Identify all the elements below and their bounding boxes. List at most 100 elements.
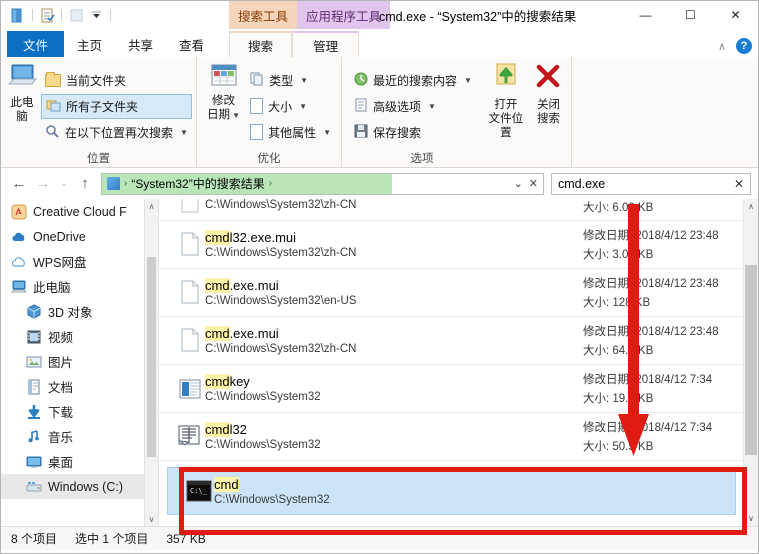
- recent-searches-button[interactable]: 最近的搜索内容 ▼: [350, 68, 476, 93]
- sidebar-item-1[interactable]: OneDrive: [1, 224, 158, 249]
- file-list-scrollbar[interactable]: ∧ ∨: [743, 199, 758, 526]
- collapse-ribbon-icon[interactable]: ∧: [718, 40, 726, 53]
- customize-dropdown-icon[interactable]: [87, 6, 105, 24]
- date-modified-button[interactable]: 修改 日期 ▼: [203, 61, 244, 151]
- other-properties-button[interactable]: 其他属性 ▼: [246, 120, 335, 145]
- tab-view[interactable]: 查看: [166, 31, 217, 57]
- this-pc-button[interactable]: 此电 脑: [7, 61, 38, 151]
- search-input[interactable]: cmd.exe ✕: [551, 172, 751, 195]
- list-scroll-thumb[interactable]: [745, 265, 757, 455]
- type-button[interactable]: 类型 ▼: [246, 68, 335, 93]
- maximize-button[interactable]: ☐: [668, 1, 713, 29]
- sidebar-item-11[interactable]: Windows (C:): [1, 474, 158, 499]
- search-input-value[interactable]: cmd.exe: [558, 177, 605, 191]
- sidebar-item-0[interactable]: Creative Cloud F: [1, 199, 158, 224]
- table-row[interactable]: cmdkey C:\Windows\System32 修改日期: 2018/4/12…: [159, 365, 758, 413]
- close-button[interactable]: ✕: [713, 1, 758, 29]
- new-folder-icon[interactable]: [67, 6, 85, 24]
- close-search-button[interactable]: 关闭 搜索: [532, 61, 565, 151]
- search-match-highlight: cmd: [205, 422, 230, 437]
- ribbon-group-location-label: 位置: [87, 153, 110, 165]
- file-size: 大小: 50.5 KB: [583, 441, 654, 453]
- mui-file-icon: [175, 328, 205, 354]
- this-pc-label-line1: 此电: [10, 97, 34, 109]
- search-again-in-button[interactable]: 在以下位置再次搜索 ▼: [41, 120, 192, 145]
- current-folder-button[interactable]: 当前文件夹: [41, 68, 192, 93]
- chevron-down-icon[interactable]: ▼: [323, 128, 331, 137]
- recent-locations-button[interactable]: ⌄: [56, 173, 72, 195]
- table-row[interactable]: C:\_ cmd C:\Windows\System32: [167, 467, 736, 515]
- ribbon-filler: [572, 57, 758, 167]
- save-search-button[interactable]: 保存搜索: [350, 120, 476, 145]
- clear-search-icon[interactable]: ✕: [734, 177, 744, 191]
- blank-file-icon: [175, 199, 205, 215]
- tab-share[interactable]: 共享: [115, 31, 166, 57]
- sidebar-item-4[interactable]: 3D 对象: [1, 299, 158, 324]
- type-label: 类型: [269, 73, 294, 88]
- ribbon-group-options: 最近的搜索内容 ▼ 高级选项 ▼ 保存搜索 打开 文件位置 关闭 搜索 选项: [342, 57, 572, 168]
- table-row[interactable]: cmd.exe.mui C:\Windows\System32\zh-CN 修改日期…: [159, 317, 758, 365]
- sidebar-item-label: OneDrive: [33, 229, 86, 244]
- date-modified-label-line2: 日期 ▼: [207, 109, 240, 121]
- tab-search[interactable]: 搜索: [229, 31, 293, 57]
- navigation-scrollbar[interactable]: ∧ ∨: [144, 199, 158, 526]
- sidebar-item-10[interactable]: 桌面: [1, 449, 158, 474]
- sidebar-item-3[interactable]: 此电脑: [1, 274, 158, 299]
- advanced-options-button[interactable]: 高级选项 ▼: [350, 94, 476, 119]
- open-file-location-button[interactable]: 打开 文件位置: [486, 61, 526, 151]
- cmdkey-app-icon: [175, 377, 205, 401]
- chevron-down-icon[interactable]: ▼: [180, 128, 188, 137]
- stop-search-icon[interactable]: ✕: [529, 177, 538, 190]
- table-row[interactable]: cmdl32.exe.mui C:\Windows\System32\zh-CN 修…: [159, 221, 758, 269]
- svg-text:C:\_: C:\_: [190, 487, 208, 495]
- nav-scroll-down-icon[interactable]: ∨: [145, 512, 158, 526]
- tab-file[interactable]: 文件: [7, 31, 65, 57]
- file-details: 修改日期: 2018/4/12 23:48 大小: 128 KB: [583, 275, 758, 310]
- file-meta: cmdl32 C:\Windows\System32: [205, 422, 583, 451]
- file-meta: C:\Windows\System32\zh-CN: [205, 199, 583, 211]
- table-row[interactable]: cmd.exe.mui C:\Windows\System32\en-US 修改日期…: [159, 269, 758, 317]
- table-row[interactable]: C:\Windows\System32\zh-CN 大小: 6.00 KB: [159, 199, 758, 221]
- list-scroll-down-icon[interactable]: ∨: [744, 511, 758, 526]
- file-list: C:\Windows\System32\zh-CN 大小: 6.00 KB cmdl…: [159, 199, 758, 526]
- sidebar-item-5[interactable]: 视频: [1, 324, 158, 349]
- contextual-tab-application-tools[interactable]: 应用程序工具: [297, 1, 391, 29]
- sidebar-item-2[interactable]: WPS网盘: [1, 249, 158, 274]
- up-button[interactable]: ↑: [74, 173, 96, 195]
- size-button[interactable]: 大小 ▼: [246, 94, 335, 119]
- search-again-icon: [45, 124, 60, 141]
- forward-button[interactable]: →: [32, 173, 54, 195]
- chevron-down-icon[interactable]: ▼: [299, 102, 307, 111]
- back-button[interactable]: ←: [8, 173, 30, 195]
- sidebar-item-label: 文档: [48, 381, 74, 395]
- this-pc-icon: [7, 63, 38, 94]
- file-modified: 修改日期: 2018/4/12 23:48: [583, 326, 719, 338]
- chevron-down-icon[interactable]: ▼: [464, 76, 472, 85]
- chevron-down-icon[interactable]: ▼: [428, 102, 436, 111]
- sidebar-item-6[interactable]: 图片: [1, 349, 158, 374]
- nav-scroll-thumb[interactable]: [147, 257, 156, 457]
- minimize-button[interactable]: —: [623, 1, 668, 29]
- nav-scroll-up-icon[interactable]: ∧: [145, 199, 158, 213]
- help-icon[interactable]: ?: [736, 38, 752, 54]
- breadcrumb-text[interactable]: “System32”中的搜索结果: [131, 175, 264, 192]
- sidebar-item-7[interactable]: 文档: [1, 374, 158, 399]
- explorer-icon[interactable]: [9, 6, 27, 24]
- mui-file-icon: [175, 280, 205, 306]
- breadcrumb-separator-2[interactable]: ›: [269, 178, 272, 189]
- table-row[interactable]: cmdl32 C:\Windows\System32 修改日期: 2018/4/12…: [159, 413, 758, 461]
- all-subfolders-button[interactable]: 所有子文件夹: [41, 93, 192, 119]
- sidebar-item-8[interactable]: 下载: [1, 399, 158, 424]
- window-controls: — ☐ ✕: [623, 1, 758, 29]
- breadcrumb[interactable]: › “System32”中的搜索结果 › ⌄ ✕: [101, 172, 544, 195]
- tab-home[interactable]: 主页: [64, 31, 115, 57]
- chevron-down-icon[interactable]: ▼: [300, 76, 308, 85]
- downloads-icon: [26, 404, 42, 420]
- contextual-tab-search-tools[interactable]: 搜索工具: [229, 1, 298, 29]
- close-search-label-line2: 搜索: [536, 113, 560, 125]
- tab-manage[interactable]: 管理: [292, 31, 360, 57]
- sidebar-item-9[interactable]: 音乐: [1, 424, 158, 449]
- list-scroll-up-icon[interactable]: ∧: [744, 199, 758, 214]
- properties-icon[interactable]: [38, 6, 56, 24]
- breadcrumb-dropdown-icon[interactable]: ⌄: [514, 177, 523, 190]
